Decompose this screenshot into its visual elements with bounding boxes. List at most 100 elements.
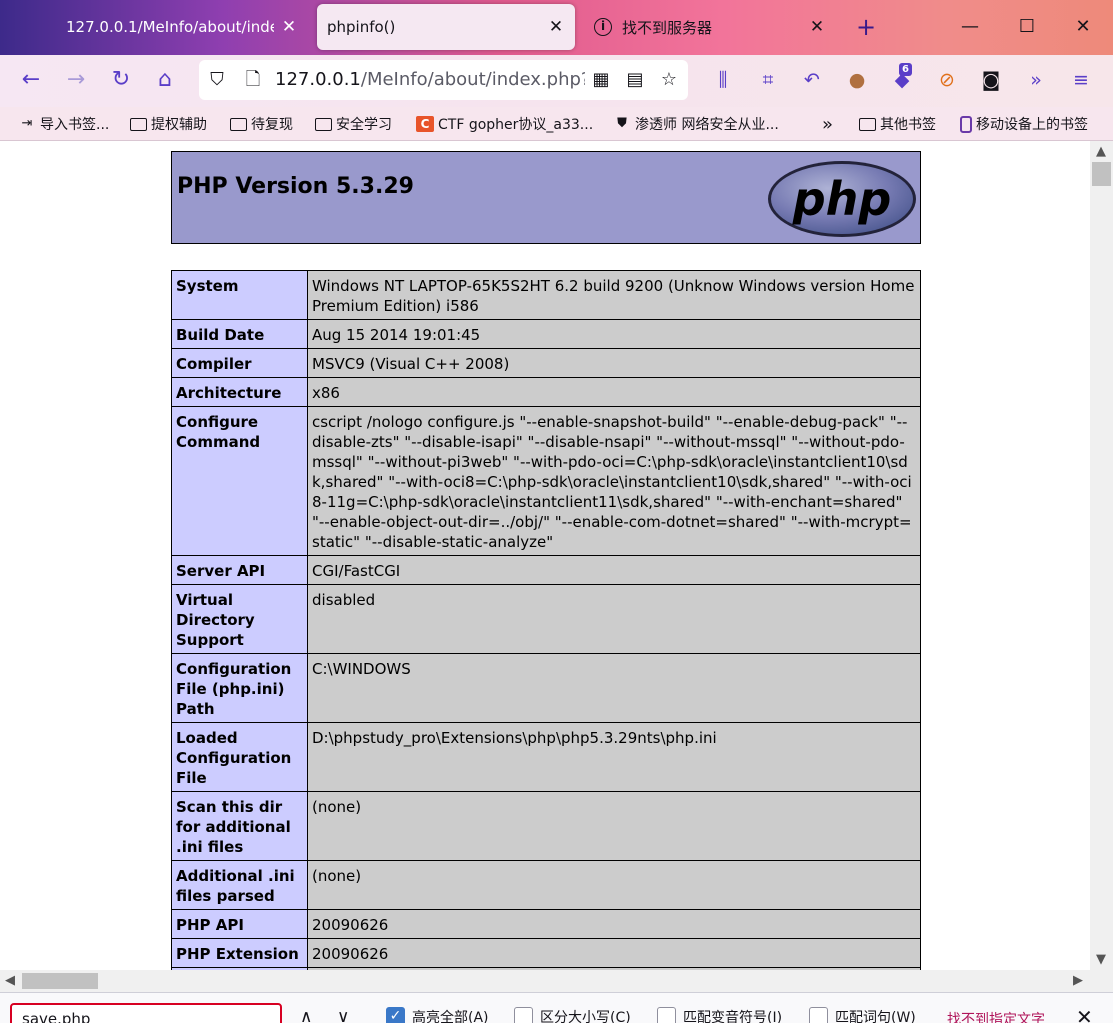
folder-icon [130, 117, 147, 131]
tab-server-not-found[interactable]: i 找不到服务器 ✕ [584, 4, 836, 50]
info-icon: i [594, 18, 612, 36]
bookmark-ctf-gopher[interactable]: C CTF gopher协议_a33... [416, 112, 593, 136]
bookmark-label: 安全学习 [336, 117, 392, 133]
reader-icon[interactable]: ▤ [623, 68, 647, 92]
find-bar: ∧ ∨ ✓ 高亮全部(A) 区分大小写(C) 匹配变音符号(I) 匹配词句(W)… [0, 992, 1113, 1023]
row-value: x86 [307, 377, 921, 407]
tab-meinfo[interactable]: 127.0.0.1/MeInfo/about/index.p ✕ [56, 4, 308, 50]
bookmark-label: 导入书签... [40, 117, 110, 133]
url-text[interactable]: 127.0.0.1/MeInfo/about/index.php?fn [275, 69, 585, 90]
navigation-toolbar: ← → ↻ ⌂ ⛉ 🗋 127.0.0.1/MeInfo/about/index… [0, 55, 1113, 107]
shield-icon[interactable]: ⛉ [205, 68, 229, 92]
bookmark-folder-mobile[interactable]: 移动设备上的书签 [960, 112, 1088, 136]
bookmark-import[interactable]: ⇥ 导入书签... [18, 112, 110, 136]
scroll-down-icon[interactable]: ▼ [1096, 952, 1106, 967]
row-key: Scan this dir for additional .ini files [171, 791, 308, 861]
row-key: Compiler [171, 348, 308, 378]
library-icon[interactable]: ⫼ [709, 66, 737, 94]
tab-title: 127.0.0.1/MeInfo/about/index.p [66, 18, 274, 36]
row-value: Aug 15 2014 19:01:45 [307, 319, 921, 349]
qr-code-icon[interactable]: ▦ [589, 68, 613, 92]
row-value: D:\phpstudy_pro\Extensions\php\php5.3.29… [307, 722, 921, 792]
scroll-right-icon[interactable]: ▶ [1073, 973, 1083, 988]
vertical-scroll-thumb[interactable] [1092, 162, 1111, 186]
menu-icon[interactable]: ≡ [1067, 66, 1095, 94]
back-icon[interactable]: ← [16, 65, 46, 95]
url-path: /MeInfo/about/index.php?fn [360, 69, 585, 90]
row-value: 20090626 [307, 938, 921, 968]
page-title: PHP Version 5.3.29 [177, 174, 414, 199]
vertical-scrollbar[interactable]: ▲ ▼ [1090, 141, 1113, 970]
match-diacritics-option[interactable]: 匹配变音符号(I) [657, 1007, 782, 1023]
bookmark-label: 其他书签 [880, 117, 936, 133]
minimize-icon[interactable]: — [955, 12, 985, 42]
close-icon[interactable]: ✕ [1076, 1005, 1093, 1023]
tab-strip: 127.0.0.1/MeInfo/about/index.p ✕ phpinfo… [0, 0, 1113, 55]
close-icon[interactable]: ✕ [280, 17, 298, 37]
window-close-icon[interactable]: ✕ [1068, 12, 1098, 42]
row-key: Architecture [171, 377, 308, 407]
bookmarks-overflow-icon[interactable]: » [822, 112, 833, 136]
phpinfo-table: System Windows NT LAPTOP-65K5S2HT 6.2 bui… [171, 270, 921, 970]
home-icon[interactable]: ⌂ [150, 65, 180, 95]
page-icon[interactable]: 🗋 [241, 68, 265, 92]
blocker-icon[interactable]: ⊘ [933, 66, 961, 94]
mobile-icon [960, 115, 972, 133]
extension-badge: 6 [899, 63, 912, 76]
find-previous-icon[interactable]: ∧ [300, 1007, 312, 1023]
option-label: 高亮全部(A) [412, 1010, 489, 1023]
find-next-icon[interactable]: ∨ [337, 1007, 349, 1023]
table-row: Loaded Configuration File D:\phpstudy_pro… [171, 722, 921, 792]
horizontal-scroll-thumb[interactable] [22, 973, 98, 989]
row-value: (none) [307, 860, 921, 910]
page-viewport: PHP Version 5.3.29 php System Windows NT … [0, 141, 1090, 970]
row-value: (none) [307, 791, 921, 861]
row-key: PHP API [171, 909, 308, 939]
bookmark-label: 渗透师 网络安全从业... [635, 117, 779, 133]
overflow-icon[interactable]: » [1022, 66, 1050, 94]
table-row: Configuration File (php.ini) Path C:\WIND… [171, 653, 921, 723]
url-bar[interactable]: ⛉ 🗋 127.0.0.1/MeInfo/about/index.php?fn … [199, 60, 688, 100]
bookmark-folder-privesc[interactable]: 提权辅助 [130, 112, 207, 136]
bookmark-folder-security[interactable]: 安全学习 [315, 112, 392, 136]
bookmark-folder-other[interactable]: 其他书签 [859, 112, 936, 136]
row-value: 20090626 [307, 909, 921, 939]
checkbox-icon[interactable] [809, 1007, 828, 1023]
folder-icon [230, 117, 247, 131]
checkbox-icon[interactable] [514, 1007, 533, 1023]
scroll-up-icon[interactable]: ▲ [1096, 144, 1106, 159]
bookmark-folder-reproduce[interactable]: 待复现 [230, 112, 293, 136]
checkbox-icon[interactable] [657, 1007, 676, 1023]
crop-icon[interactable]: ⌗ [754, 66, 782, 94]
forward-icon[interactable]: → [61, 65, 91, 95]
close-icon[interactable]: ✕ [808, 17, 826, 37]
scroll-left-icon[interactable]: ◀ [5, 973, 15, 988]
bookmark-label: 待复现 [251, 117, 293, 133]
import-icon: ⇥ [21, 116, 33, 131]
reload-icon[interactable]: ↻ [106, 65, 136, 95]
table-row: PHP Extension 20090626 [171, 938, 921, 968]
row-key: Virtual Directory Support [171, 584, 308, 654]
checkbox-checked-icon[interactable]: ✓ [386, 1007, 405, 1023]
whole-words-option[interactable]: 匹配词句(W) [809, 1007, 916, 1023]
tampermonkey-icon[interactable]: ◙ [977, 66, 1005, 94]
undo-icon[interactable]: ↶ [798, 66, 826, 94]
maximize-icon[interactable]: ☐ [1012, 12, 1042, 42]
row-key: Additional .ini files parsed [171, 860, 308, 910]
row-key: PHP Extension [171, 938, 308, 968]
cookie-icon[interactable]: ● [843, 66, 871, 94]
bookmark-pentest[interactable]: ⛊ 渗透师 网络安全从业... [613, 112, 779, 136]
horizontal-scrollbar[interactable]: ◀ ▶ [0, 970, 1090, 992]
tab-phpinfo[interactable]: phpinfo() ✕ [317, 4, 575, 50]
highlight-all-option[interactable]: ✓ 高亮全部(A) [386, 1007, 489, 1023]
find-input[interactable] [10, 1003, 282, 1023]
match-case-option[interactable]: 区分大小写(C) [514, 1007, 631, 1023]
star-icon[interactable]: ☆ [657, 68, 681, 92]
shield-site-icon: ⛊ [617, 116, 627, 131]
close-icon[interactable]: ✕ [547, 17, 565, 37]
row-value: Windows NT LAPTOP-65K5S2HT 6.2 build 920… [307, 270, 921, 320]
folder-icon [315, 117, 332, 131]
table-row: Build Date Aug 15 2014 19:01:45 [171, 319, 921, 349]
row-key: System [171, 270, 308, 320]
new-tab-button[interactable]: + [852, 12, 880, 42]
